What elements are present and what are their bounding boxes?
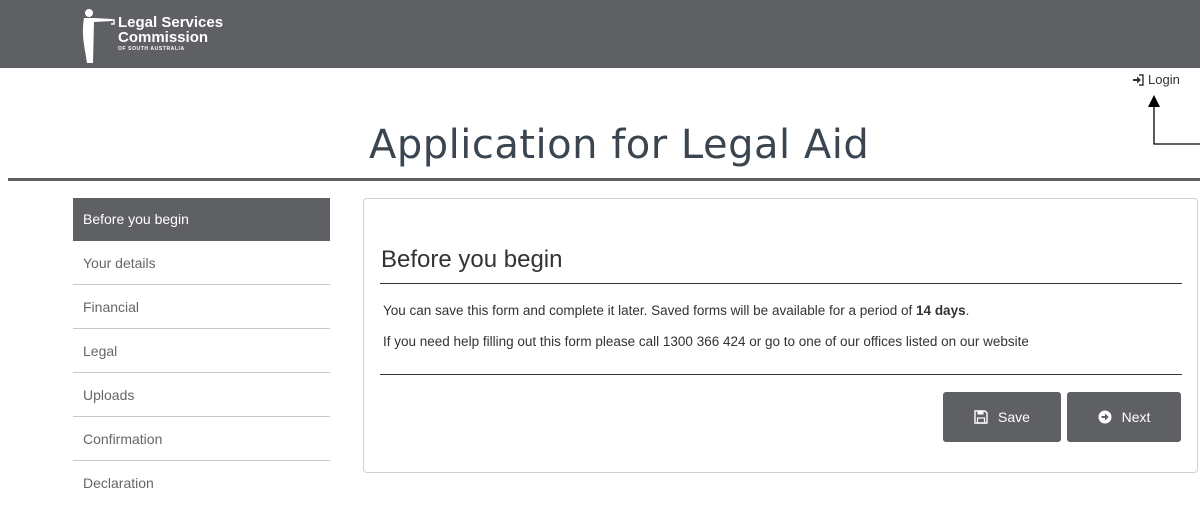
section-divider-bottom <box>380 374 1182 375</box>
circle-arrow-right-icon <box>1098 410 1112 424</box>
logo-line-3: OF SOUTH AUSTRALIA <box>118 46 185 52</box>
login-label: Login <box>1148 72 1180 87</box>
save-period-value: 14 days <box>916 303 966 318</box>
header-bar: Legal Services Commission OF SOUTH AUSTR… <box>0 0 1200 68</box>
title-divider <box>8 178 1200 181</box>
sidebar-item-your-details[interactable]: Your details <box>73 241 330 285</box>
content-panel: Before you begin You can save this form … <box>363 198 1198 473</box>
save-info-prefix: You can save this form and complete it l… <box>383 303 917 318</box>
section-title: Before you begin <box>381 246 563 273</box>
sidebar-item-legal[interactable]: Legal <box>73 329 330 373</box>
logo[interactable]: Legal Services Commission OF SOUTH AUSTR… <box>78 8 268 64</box>
save-info-suffix: . <box>965 303 970 318</box>
floppy-disk-icon <box>974 410 988 424</box>
annotation-arrow <box>1148 95 1200 145</box>
sidebar-item-label: Before you begin <box>83 211 189 227</box>
sidebar-item-financial[interactable]: Financial <box>73 285 330 329</box>
save-button-label: Save <box>998 409 1030 425</box>
sidebar-item-label: Uploads <box>83 387 135 403</box>
sidebar-nav: Before you begin Your details Financial … <box>73 198 330 505</box>
logo-line-2: Commission <box>118 29 209 46</box>
sidebar-item-before-you-begin[interactable]: Before you begin <box>73 198 330 241</box>
page-title: Application for Legal Aid <box>369 122 870 168</box>
save-button[interactable]: Save <box>943 392 1061 442</box>
sidebar-item-label: Legal <box>83 343 118 359</box>
sidebar-item-label: Your details <box>83 255 156 271</box>
sidebar-item-label: Declaration <box>83 475 154 491</box>
sidebar-item-declaration[interactable]: Declaration <box>73 461 330 505</box>
sidebar-item-label: Financial <box>83 299 140 315</box>
logo-line-1: Legal Services <box>118 14 224 31</box>
login-link[interactable]: Login <box>1132 72 1180 87</box>
next-button-label: Next <box>1121 409 1151 425</box>
section-divider-top <box>380 283 1182 284</box>
logo-figure-icon <box>82 9 115 63</box>
sidebar-item-confirmation[interactable]: Confirmation <box>73 417 330 461</box>
sign-in-icon <box>1133 73 1144 86</box>
help-info-text: If you need help filling out this form p… <box>383 334 1029 349</box>
logo-text: Legal Services Commission OF SOUTH AUSTR… <box>118 15 223 53</box>
sidebar-item-label: Confirmation <box>83 431 163 447</box>
next-button[interactable]: Next <box>1067 392 1181 442</box>
save-info-text: You can save this form and complete it l… <box>383 303 969 318</box>
sidebar-item-uploads[interactable]: Uploads <box>73 373 330 417</box>
